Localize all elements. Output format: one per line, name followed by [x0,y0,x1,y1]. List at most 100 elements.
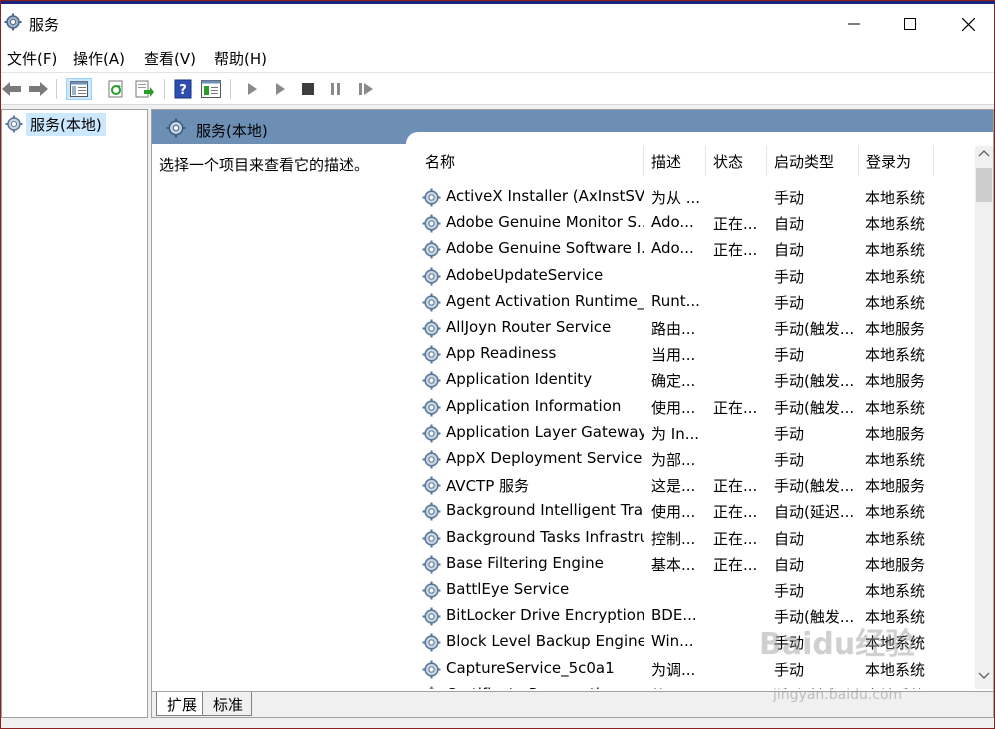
table-row[interactable]: App Readiness 当用... 手动 本地系统 [418,341,974,367]
table-row[interactable]: Background Tasks Infrastru... 控制... 正在... 自… [418,525,974,551]
table-row[interactable]: Base Filtering Engine 基本... 正在... 自动 本地服务 [418,551,974,577]
show-hide-console-tree-icon [70,81,88,97]
scroll-down-icon[interactable] [978,672,990,680]
table-row[interactable]: AppX Deployment Service ... 为部... 手动 本地系统 [418,446,974,472]
table-row[interactable]: Application Layer Gateway ... 为 In... 手动 本地… [418,420,974,446]
service-description: 为从 ... [651,189,701,207]
service-status: 正在... [713,398,758,417]
maximize-button[interactable] [880,4,940,44]
minimize-button[interactable] [824,4,884,44]
service-logon-as: 本地服务 [865,477,926,496]
table-row[interactable]: AdobeUpdateService 手动 本地系统 [418,263,974,289]
service-status: 正在... [713,477,758,496]
menu-bar: 文件(F) 操作(A) 查看(V) 帮助(H) [1,44,994,72]
service-startup-type: 自动 [774,215,805,234]
start-service-alt-icon [276,83,285,95]
service-startup-type: 自动 [774,555,805,574]
table-row[interactable]: ActiveX Installer (AxInstSV) 为从 ... 手动 本地系统 [418,184,974,210]
stop-service-button[interactable] [297,78,319,100]
menu-action[interactable]: 操作(A) [73,48,125,69]
menu-file[interactable]: 文件(F) [7,48,57,69]
close-icon [961,17,975,31]
pause-service-icon [331,83,340,95]
column-header-logon-as[interactable]: 登录为 [859,146,934,176]
service-gear-icon [422,371,441,390]
services-gear-icon [4,13,22,31]
table-row[interactable]: AVCTP 服务 这是... 正在... 手动(触发... 本地服务 [418,472,974,498]
scroll-up-icon[interactable] [978,149,990,157]
forward-button[interactable] [27,78,49,100]
export-list-icon [135,80,154,98]
resume-service-button[interactable] [355,78,377,100]
service-startup-type: 手动(触发... [774,477,855,496]
back-button[interactable] [1,78,23,100]
column-header-name[interactable]: 名称 ˄ [418,146,644,176]
service-description: Ado... [651,239,694,258]
header-notch [406,132,993,146]
service-startup-type: 自动(延迟... [774,503,855,522]
tab-standard[interactable]: 标准 [202,692,253,716]
column-header-label: 启动类型 [774,152,835,171]
help-button[interactable]: ? [172,78,194,100]
service-name: ActiveX Installer (AxInstSV) [446,187,644,205]
service-name: App Readiness [446,344,557,363]
table-row[interactable]: Adobe Genuine Monitor S... Ado... 正在... 自动 本… [418,210,974,236]
menu-view[interactable]: 查看(V) [144,48,196,69]
table-row[interactable]: AllJoyn Router Service 路由... 手动(触发... 本地服务 [418,315,974,341]
tab-extended[interactable]: 扩展 [156,692,207,716]
back-arrow-icon [2,82,21,96]
table-row[interactable]: Background Intelligent Tra... 使用... 正在... 自… [418,498,974,524]
table-row[interactable]: Adobe Genuine Software I... Ado... 正在... 自动… [418,236,974,262]
service-logon-as: 本地系统 [865,215,926,234]
service-gear-icon [422,398,441,417]
table-row[interactable]: Agent Activation Runtime_... Runt... 手动 本地系… [418,289,974,315]
refresh-button[interactable] [106,78,128,100]
service-gear-icon [422,267,441,286]
service-description: Runt... [651,291,700,310]
service-name: AVCTP 服务 [446,477,530,496]
table-row[interactable]: BattlEye Service 手动 本地系统 [418,577,974,603]
tree-item-services-local[interactable]: 服务(本地) [5,112,106,136]
service-startup-type: 自动 [774,241,805,260]
export-list-button[interactable] [134,78,156,100]
sort-ascending-icon: ˄ [524,146,529,154]
service-gear-icon [422,476,441,495]
start-service-alt-button[interactable] [269,78,291,100]
services-gear-icon [5,115,23,133]
service-name: Block Level Backup Engine ... [446,632,644,651]
title-bar[interactable]: 服务 [1,4,994,44]
pause-service-button[interactable] [325,78,347,100]
table-row[interactable]: Application Identity 确定... 手动(触发... 本地服务 [418,367,974,393]
service-description: 控制... [651,529,696,548]
start-service-button[interactable] [241,78,263,100]
service-logon-as: 本地服务 [865,555,926,574]
service-gear-icon [422,214,441,233]
service-logon-as: 本地服务 [865,372,926,391]
console-tree: 服务(本地) [1,109,148,718]
service-gear-icon [422,502,441,521]
service-gear-icon [422,450,441,469]
vertical-scrollbar[interactable] [975,146,993,689]
service-logon-as: 本地系统 [865,293,926,312]
table-row[interactable]: Application Information 使用... 正在... 手动(触发..… [418,394,974,420]
service-logon-as: 本地系统 [865,189,926,207]
service-name: AppX Deployment Service ... [446,449,644,467]
service-startup-type: 手动 [774,582,805,600]
menu-help[interactable]: 帮助(H) [214,48,267,69]
service-gear-icon [422,293,441,312]
toolbar-separator [56,79,57,99]
column-header-status[interactable]: 状态 [706,146,767,176]
column-header-description[interactable]: 描述 [644,146,706,176]
service-startup-type: 自动 [774,529,805,548]
properties-button[interactable] [200,78,222,100]
close-button[interactable] [938,4,995,44]
show-hide-tree-button[interactable] [66,78,92,100]
service-logon-as: 本地系统 [865,241,926,260]
toolbar-separator [230,79,231,99]
services-window: 服务 文件(F) 操作(A) 查看(V) 帮助(H) ? 服务(本地) 服务(本… [0,0,995,729]
scrollbar-thumb[interactable] [976,168,992,202]
service-startup-type: 手动(触发... [774,372,855,391]
column-header-startup-type[interactable]: 启动类型 [767,146,859,176]
status-bar [1,718,994,728]
service-name: Base Filtering Engine [446,553,604,572]
